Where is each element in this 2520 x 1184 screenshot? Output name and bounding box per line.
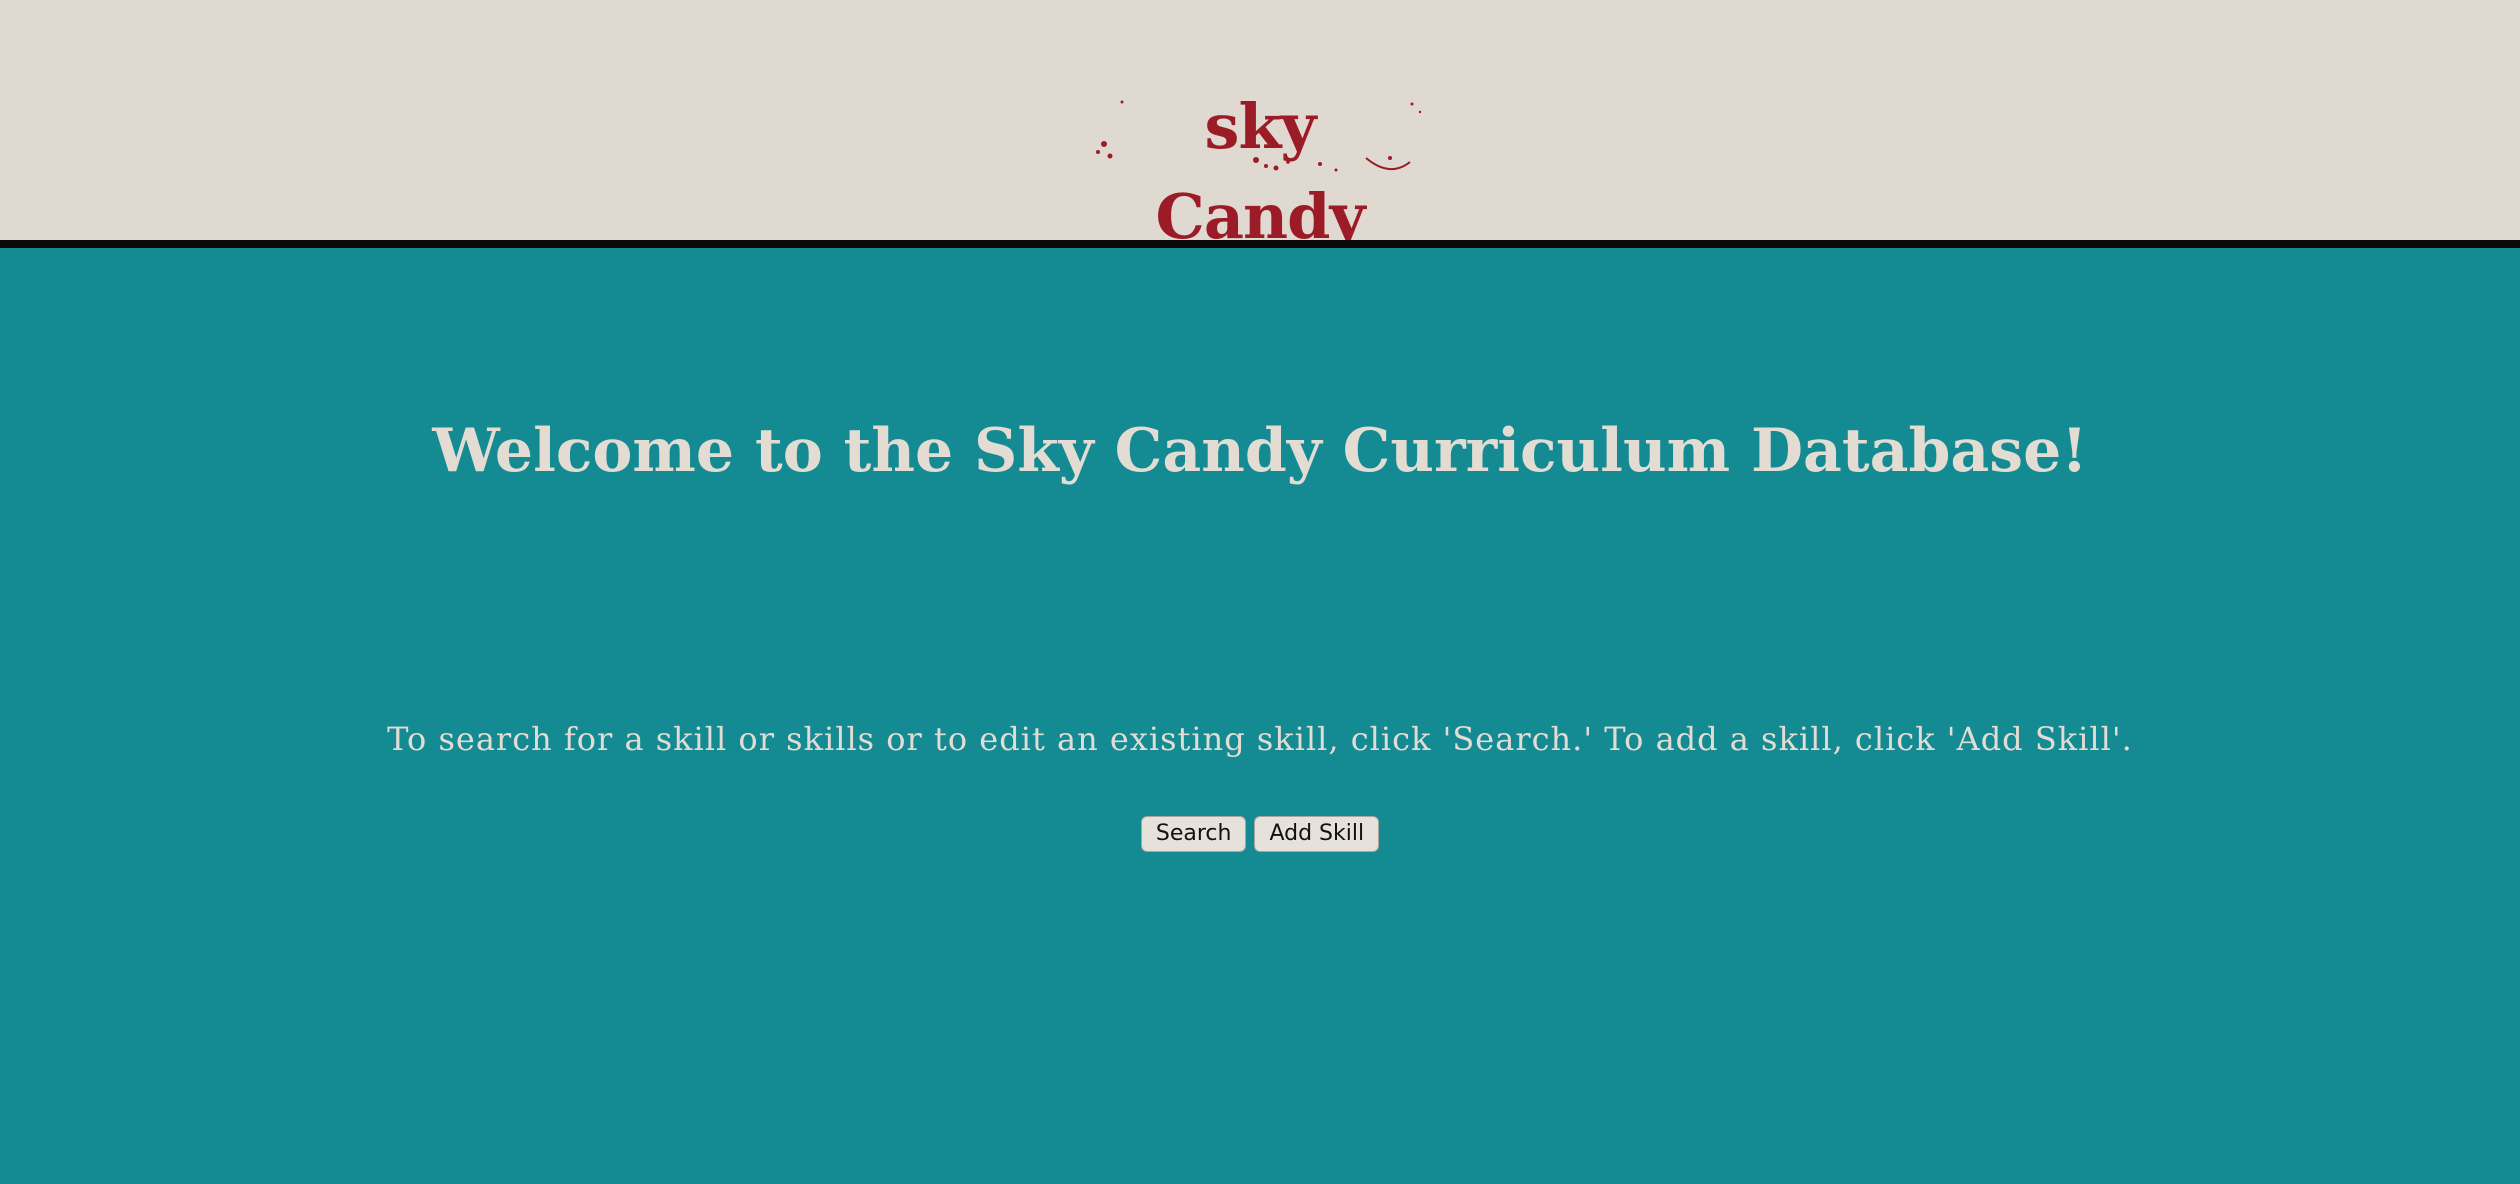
site-header: sky Candy (0, 0, 2520, 253)
action-buttons: Search Add Skill (0, 816, 2520, 852)
add-skill-button[interactable]: Add Skill (1254, 816, 1380, 852)
main-content: Welcome to the Sky Candy Curriculum Data… (0, 248, 2520, 1184)
page-title: Welcome to the Sky Candy Curriculum Data… (432, 416, 2088, 486)
header-divider (0, 240, 2520, 248)
logo-text: sky Candy (1155, 90, 1366, 253)
sky-candy-logo[interactable]: sky Candy (1090, 82, 1430, 253)
instructions-text: To search for a skill or skills or to ed… (387, 720, 2133, 758)
search-button[interactable]: Search (1140, 816, 1247, 852)
